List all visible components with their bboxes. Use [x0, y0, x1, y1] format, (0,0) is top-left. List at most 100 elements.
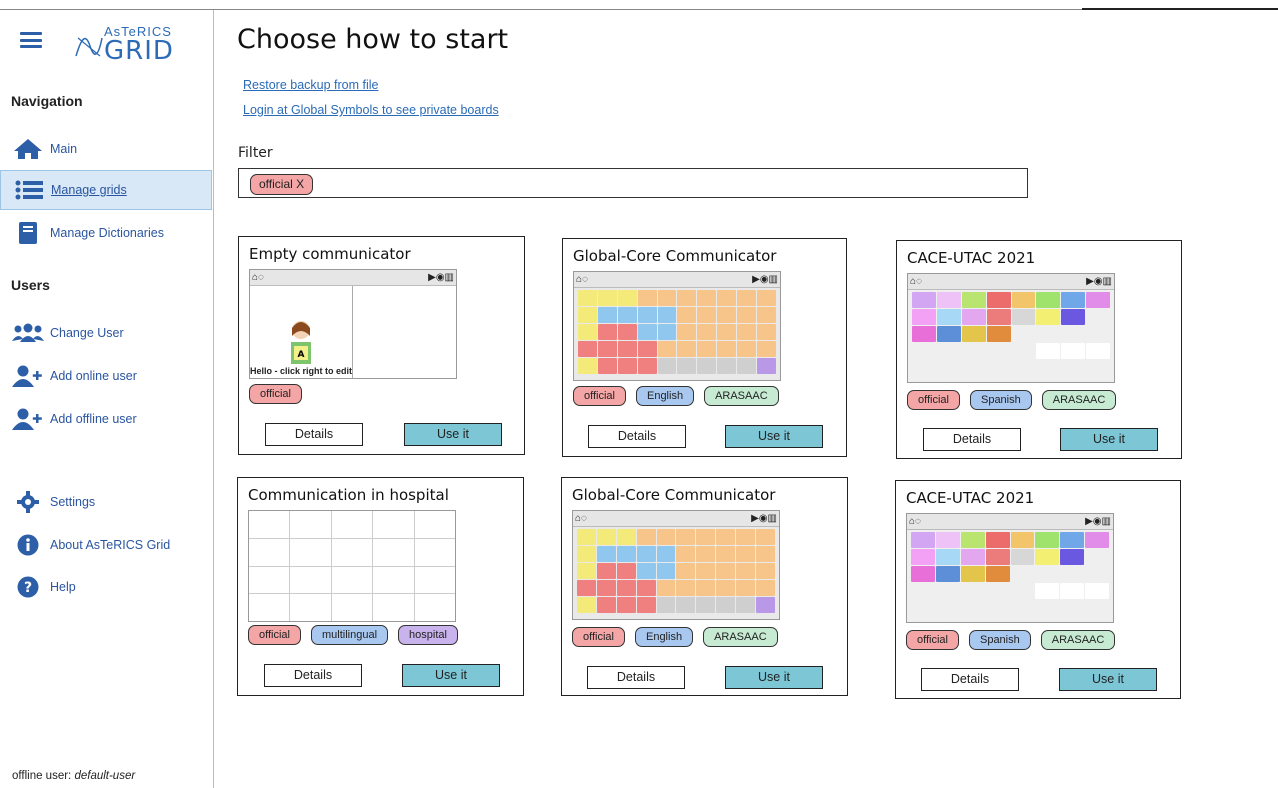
preview-symbol-cell — [616, 580, 636, 596]
app-logo[interactable]: AsTeRICS GRID — [74, 24, 174, 66]
preview-symbol-cell — [960, 583, 985, 599]
tag-language[interactable]: Spanish — [968, 630, 1031, 650]
use-it-button[interactable]: Use it — [404, 423, 502, 446]
tag-official[interactable]: official — [906, 630, 959, 650]
preview-symbol-cell — [676, 580, 696, 596]
preview-symbol-cell — [716, 563, 736, 579]
details-button[interactable]: Details — [264, 664, 362, 687]
nav-add-offline-user[interactable]: Add offline user — [0, 399, 212, 439]
preview-symbol-cell — [636, 580, 656, 596]
tag-language[interactable]: multilingual — [310, 625, 389, 645]
preview-symbol-cell — [617, 341, 637, 357]
preview-symbol-cell — [578, 324, 597, 340]
tag-source[interactable]: ARASAAC — [704, 386, 779, 406]
offline-user-status: offline user: default-user — [12, 770, 135, 782]
filter-input[interactable]: official X — [238, 168, 1028, 198]
details-button[interactable]: Details — [587, 666, 685, 689]
preview-symbol-cell — [716, 597, 736, 613]
nav-manage-dictionaries-label: Manage Dictionaries — [50, 226, 164, 240]
details-button[interactable]: Details — [923, 428, 1021, 451]
card-title: Global-Core Communicator — [573, 247, 777, 265]
nav-main[interactable]: Main — [0, 129, 212, 169]
tag-official[interactable]: official — [249, 384, 302, 404]
preview-symbol-cell — [290, 594, 331, 621]
tag-official[interactable]: official — [248, 625, 301, 645]
users-heading: Users — [11, 277, 50, 293]
preview-symbol-cell — [290, 511, 331, 538]
tag-language[interactable]: English — [635, 386, 695, 406]
preview-symbol-cell — [696, 563, 716, 579]
preview-symbol-cell — [1035, 549, 1060, 565]
grid-card-hospital: Communication in hospital official multi… — [237, 477, 524, 696]
preview-symbol-cell — [677, 290, 697, 306]
tag-source[interactable]: ARASAAC — [703, 627, 778, 647]
tag-official[interactable]: official — [907, 390, 960, 410]
preview-symbol-cell — [1010, 549, 1035, 565]
list-icon — [11, 180, 47, 200]
nav-manage-dictionaries[interactable]: Manage Dictionaries — [0, 213, 212, 253]
grid-preview: ⌂◌ ▶◉▥ — [906, 513, 1114, 623]
preview-symbol-cell — [737, 358, 757, 374]
details-button[interactable]: Details — [588, 425, 686, 448]
tag-source[interactable]: ARASAAC — [1040, 630, 1116, 650]
use-it-button[interactable]: Use it — [1059, 668, 1157, 691]
login-global-symbols-link[interactable]: Login at Global Symbols to see private b… — [243, 103, 499, 117]
tag-official[interactable]: official — [572, 627, 625, 647]
preview-symbol-cell — [716, 580, 736, 596]
restore-backup-link[interactable]: Restore backup from file — [243, 78, 378, 92]
preview-symbol-cell — [657, 307, 677, 323]
preview-toolbar: ⌂◌ ▶◉▥ — [573, 511, 779, 527]
preview-symbol-cell — [1011, 292, 1036, 308]
preview-symbol-cell — [1061, 292, 1086, 308]
tag-language[interactable]: English — [634, 627, 694, 647]
preview-symbol-cell — [985, 566, 1010, 582]
preview-symbol-cell — [596, 546, 616, 562]
filter-tag-official[interactable]: official X — [250, 174, 314, 195]
preview-grid — [249, 511, 455, 621]
preview-symbol-cell — [1060, 583, 1085, 599]
preview-symbol-cell — [936, 309, 961, 325]
filter-label: Filter — [238, 145, 273, 161]
nav-settings[interactable]: Settings — [0, 482, 212, 522]
preview-symbol-cell — [1036, 343, 1061, 359]
preview-symbol-cell — [636, 597, 656, 613]
preview-symbol-cell — [736, 580, 756, 596]
menu-icon[interactable] — [20, 32, 42, 48]
preview-symbol-cell — [986, 326, 1011, 342]
nav-about[interactable]: About AsTeRICS Grid — [0, 525, 212, 565]
preview-symbol-cell — [617, 324, 637, 340]
nav-manage-grids[interactable]: Manage grids — [0, 170, 212, 210]
preview-symbol-cell — [636, 563, 656, 579]
details-button[interactable]: Details — [921, 668, 1019, 691]
use-it-button[interactable]: Use it — [725, 425, 823, 448]
nav-help[interactable]: ? Help — [0, 567, 212, 607]
preview-symbol-cell — [577, 597, 596, 613]
preview-symbol-cell — [1086, 309, 1110, 325]
preview-symbol-cell — [717, 290, 737, 306]
preview-symbol-cell — [676, 563, 696, 579]
preview-symbol-cell — [596, 580, 616, 596]
tag-official[interactable]: official — [573, 386, 626, 406]
preview-symbol-cell — [657, 358, 677, 374]
preview-symbol-cell — [637, 307, 657, 323]
nav-change-user[interactable]: Change User — [0, 313, 212, 353]
use-it-button[interactable]: Use it — [402, 664, 500, 687]
preview-cell-text: Hello - click right to edit — [250, 366, 353, 376]
tag-source[interactable]: ARASAAC — [1041, 390, 1117, 410]
use-it-button[interactable]: Use it — [725, 666, 823, 689]
preview-symbol-cell — [656, 597, 676, 613]
preview-symbol-cell — [717, 358, 737, 374]
tag-topic[interactable]: hospital — [398, 625, 458, 645]
tag-language[interactable]: Spanish — [969, 390, 1032, 410]
preview-symbol-cell — [737, 324, 757, 340]
logo-bottom-text: GRID — [104, 36, 174, 66]
preview-symbol-cell — [677, 358, 697, 374]
details-button[interactable]: Details — [265, 423, 363, 446]
preview-symbol-cell — [676, 546, 696, 562]
nav-add-online-user[interactable]: Add online user — [0, 356, 212, 396]
preview-symbol-cell — [912, 343, 936, 359]
preview-symbol-cell — [616, 529, 636, 545]
use-it-button[interactable]: Use it — [1060, 428, 1158, 451]
preview-toolbar: ⌂◌ ▶◉▥ — [908, 274, 1114, 290]
preview-symbol-cell — [756, 563, 775, 579]
